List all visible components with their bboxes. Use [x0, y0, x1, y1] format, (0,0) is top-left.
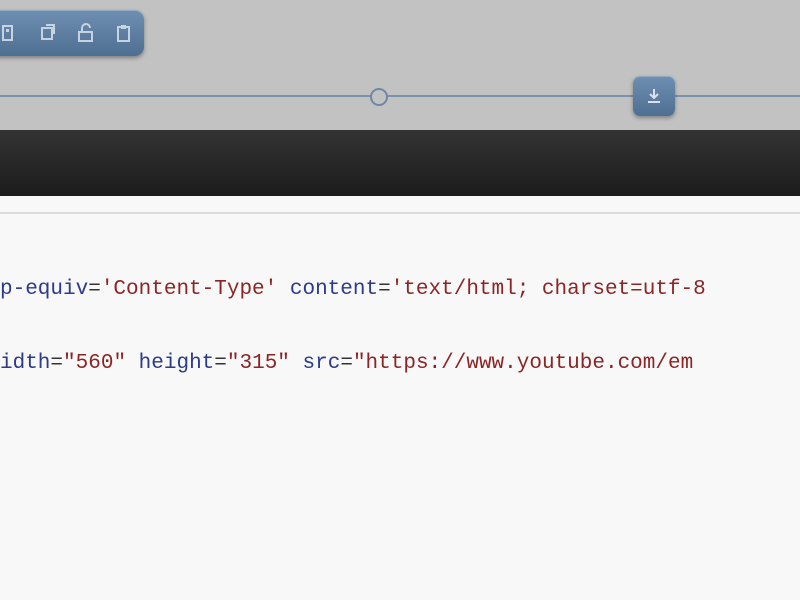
editor-divider	[0, 212, 800, 214]
code-string: 'Content-Type'	[100, 278, 278, 301]
toolbar-icon-1[interactable]	[0, 22, 20, 44]
code-eq: =	[378, 278, 391, 301]
code-attr: src	[302, 352, 341, 375]
code-attr: content	[289, 278, 379, 301]
code-string: "315"	[226, 352, 290, 375]
toolbar-icon-group	[0, 10, 144, 56]
clipboard-icon[interactable]	[114, 22, 134, 44]
code-line-1: p-equiv='Content-Type' content='text/htm…	[0, 276, 706, 304]
timeline-handle-button[interactable]	[633, 76, 675, 116]
code-string: 'text/html; charset=utf-8	[390, 278, 706, 301]
code-eq: =	[88, 278, 101, 301]
code-editor[interactable]: p-equiv='Content-Type' content='text/htm…	[0, 196, 800, 600]
code-eq: =	[50, 352, 64, 375]
code-eq: =	[340, 352, 353, 375]
code-line-2: idth="560" height="315" src="https://www…	[0, 350, 693, 378]
toolbar-icon-2[interactable]	[38, 22, 58, 44]
lock-icon[interactable]	[76, 22, 96, 44]
code-attr: height	[138, 352, 215, 375]
dark-header-bar	[0, 130, 800, 196]
download-icon	[648, 89, 660, 103]
timeline-track[interactable]	[0, 95, 800, 97]
code-attr: p-equiv	[0, 278, 89, 301]
code-string: "https://www.youtube.com/em	[352, 352, 694, 375]
code-eq: =	[214, 352, 227, 375]
toolbar-area	[0, 0, 800, 130]
code-attr: idth	[0, 352, 51, 375]
code-string: "560"	[63, 352, 127, 375]
timeline-knob[interactable]	[370, 88, 388, 106]
